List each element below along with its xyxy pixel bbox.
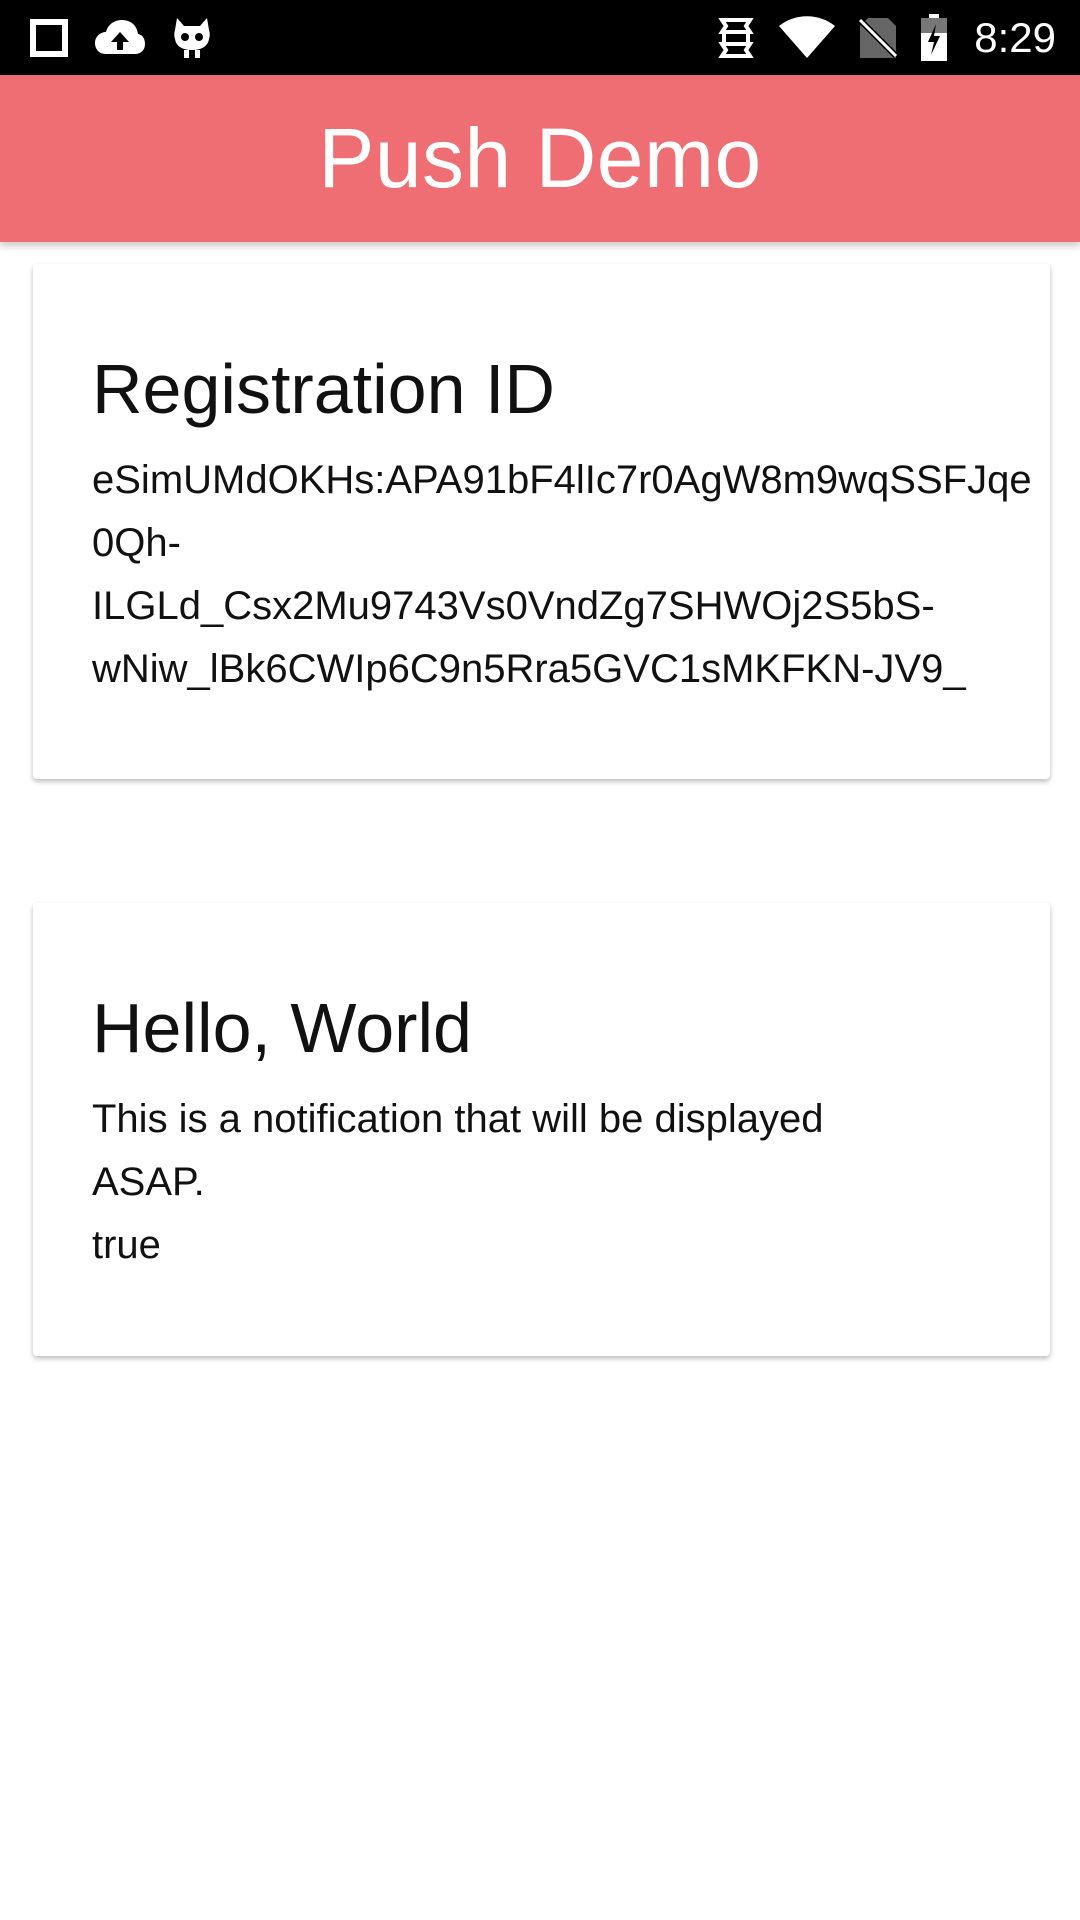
cloud-upload-icon xyxy=(94,18,146,58)
square-icon xyxy=(30,18,68,57)
wifi-icon xyxy=(778,15,836,60)
status-time: 8:29 xyxy=(974,13,1056,61)
card-line: ASAP. xyxy=(92,1160,205,1204)
card-line: This is a notification that will be disp… xyxy=(92,1097,824,1141)
app-bar: Push Demo xyxy=(0,75,1080,242)
card-line: true xyxy=(92,1223,161,1267)
status-bar: 8:29 xyxy=(0,0,1080,75)
cyanogen-mascot-icon xyxy=(172,16,212,60)
sync-icon xyxy=(716,16,756,60)
card-line: ILGLd_Csx2Mu9743Vs0VndZg7SHWOj2S5bS- xyxy=(92,584,935,628)
card-line: wNiw_lBk6CWIp6C9n5Rra5GVC1sMKFKN-JV9_ xyxy=(92,647,966,691)
card-title: Hello, World xyxy=(92,989,472,1067)
card-line: eSimUMdOKHs:APA91bF4lIc7r0AgW8m9wqSSFJqe xyxy=(92,458,1032,502)
battery-charging-icon xyxy=(920,13,948,62)
card-line: 0Qh- xyxy=(92,521,181,565)
notification-card: Hello, World This is a notification that… xyxy=(33,903,1050,1356)
notification-message: This is a notification that will be disp… xyxy=(92,1088,1050,1277)
registration-id-card: Registration ID eSimUMdOKHs:APA91bF4lIc7… xyxy=(33,264,1050,779)
registration-id-text: eSimUMdOKHs:APA91bF4lIc7r0AgW8m9wqSSFJqe… xyxy=(92,449,1050,701)
no-sim-icon xyxy=(858,16,899,60)
card-title: Registration ID xyxy=(92,350,555,428)
app-title: Push Demo xyxy=(318,111,762,205)
